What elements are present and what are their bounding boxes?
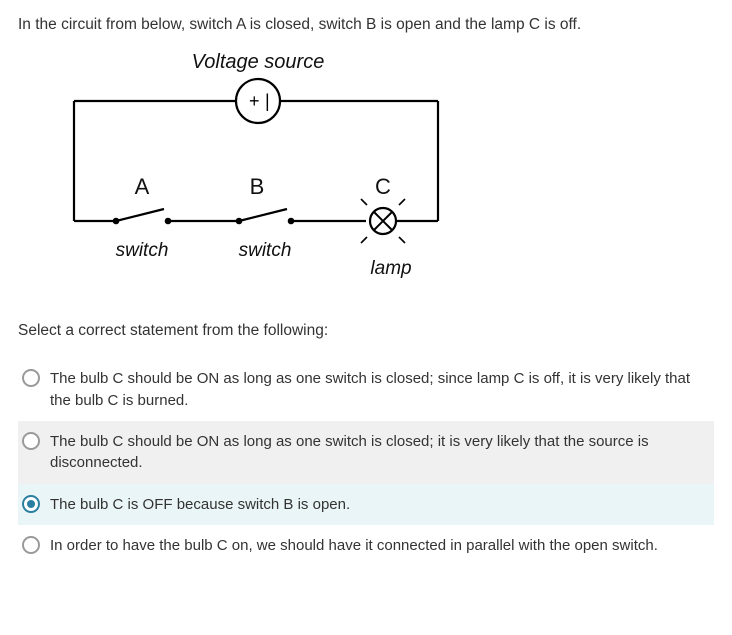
select-prompt: Select a correct statement from the foll… bbox=[18, 322, 714, 340]
option-1[interactable]: The bulb C should be ON as long as one s… bbox=[18, 358, 714, 421]
option-text: The bulb C should be ON as long as one s… bbox=[50, 431, 706, 474]
switch-a-arm bbox=[116, 209, 164, 221]
circuit-diagram: Voltage source + | bbox=[18, 46, 714, 300]
radio-icon bbox=[22, 495, 40, 513]
switch-a-label: switch bbox=[116, 240, 169, 261]
option-2[interactable]: The bulb C should be ON as long as one s… bbox=[18, 421, 714, 484]
label-b: B bbox=[250, 174, 265, 199]
switch-b-arm bbox=[239, 209, 287, 221]
radio-icon bbox=[22, 369, 40, 387]
switch-b-label: switch bbox=[239, 240, 292, 261]
option-text: In order to have the bulb C on, we shoul… bbox=[50, 535, 706, 556]
radio-icon bbox=[22, 432, 40, 450]
question-text: In the circuit from below, switch A is c… bbox=[18, 14, 714, 36]
option-text: The bulb C is OFF because switch B is op… bbox=[50, 494, 706, 515]
voltage-minus: | bbox=[265, 91, 270, 111]
lamp-label: lamp bbox=[370, 258, 411, 279]
label-a: A bbox=[135, 174, 150, 199]
radio-icon bbox=[22, 536, 40, 554]
voltage-plus: + bbox=[249, 91, 260, 111]
option-3[interactable]: The bulb C is OFF because switch B is op… bbox=[18, 484, 714, 525]
options-group: The bulb C should be ON as long as one s… bbox=[18, 358, 714, 566]
option-text: The bulb C should be ON as long as one s… bbox=[50, 368, 706, 411]
label-c: C bbox=[375, 174, 391, 199]
option-4[interactable]: In order to have the bulb C on, we shoul… bbox=[18, 525, 714, 566]
voltage-source-label: Voltage source bbox=[192, 51, 325, 73]
